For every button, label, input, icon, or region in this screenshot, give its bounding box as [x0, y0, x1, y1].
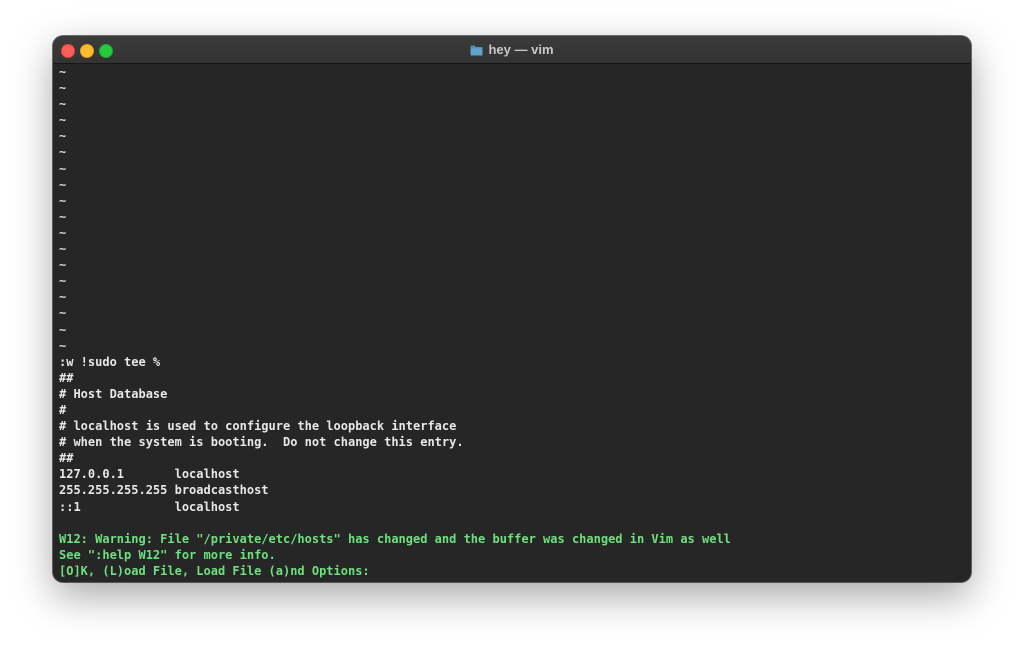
empty-line-tilde: ~	[59, 322, 67, 337]
command-output-line: 255.255.255.255 broadcasthost	[59, 483, 269, 498]
empty-line-tilde: ~	[59, 306, 67, 321]
empty-line-tilde: ~	[59, 129, 67, 144]
command-output-line: ##	[59, 370, 74, 385]
command-output-line: #	[59, 402, 67, 417]
window-title: hey — vim	[53, 36, 971, 63]
command-output-line	[59, 515, 965, 531]
command-output-line: ::1 localhost	[59, 499, 240, 514]
title-bar: hey — vim	[53, 36, 971, 64]
empty-line-tilde: ~	[59, 81, 67, 96]
empty-line-tilde: ~	[59, 338, 67, 353]
vim-warning-message: [O]K, (L)oad File, Load File (a)nd Optio…	[59, 563, 370, 578]
vim-warning-message: See ":help W12" for more info.	[59, 547, 276, 562]
command-output-line: 127.0.0.1 localhost	[59, 467, 240, 482]
empty-line-tilde: ~	[59, 258, 67, 273]
empty-line-tilde: ~	[59, 161, 67, 176]
command-output-line: ##	[59, 451, 74, 466]
empty-line-tilde: ~	[59, 97, 67, 112]
command-output-line: # localhost is used to configure the loo…	[59, 419, 457, 434]
empty-line-tilde: ~	[59, 177, 67, 192]
window-title-text: hey — vim	[488, 42, 554, 57]
folder-icon	[470, 44, 483, 56]
command-output-line: # when the system is booting. Do not cha…	[59, 435, 464, 450]
empty-line-tilde: ~	[59, 290, 67, 305]
empty-line-tilde: ~	[59, 242, 67, 257]
empty-line-tilde: ~	[59, 209, 67, 224]
vim-command-line: :w !sudo tee %	[59, 354, 161, 369]
empty-line-tilde: ~	[59, 225, 67, 240]
vim-warning-message: W12: Warning: File "/private/etc/hosts" …	[59, 531, 731, 546]
empty-line-tilde: ~	[59, 65, 67, 79]
command-output-line: # Host Database	[59, 386, 168, 401]
empty-line-tilde: ~	[59, 145, 67, 160]
empty-line-tilde: ~	[59, 193, 67, 208]
terminal-window: hey — vim ~ ~ ~ ~ ~ ~ ~ ~ ~ ~ ~ ~ ~ ~ ~ ~ ~ ~:w !sudo tee…	[53, 36, 971, 582]
empty-line-tilde: ~	[59, 274, 67, 289]
empty-line-tilde: ~	[59, 113, 67, 128]
vim-buffer[interactable]: ~ ~ ~ ~ ~ ~ ~ ~ ~ ~ ~ ~ ~ ~ ~ ~ ~ ~:w !sudo tee % ## # Host…	[59, 64, 965, 582]
